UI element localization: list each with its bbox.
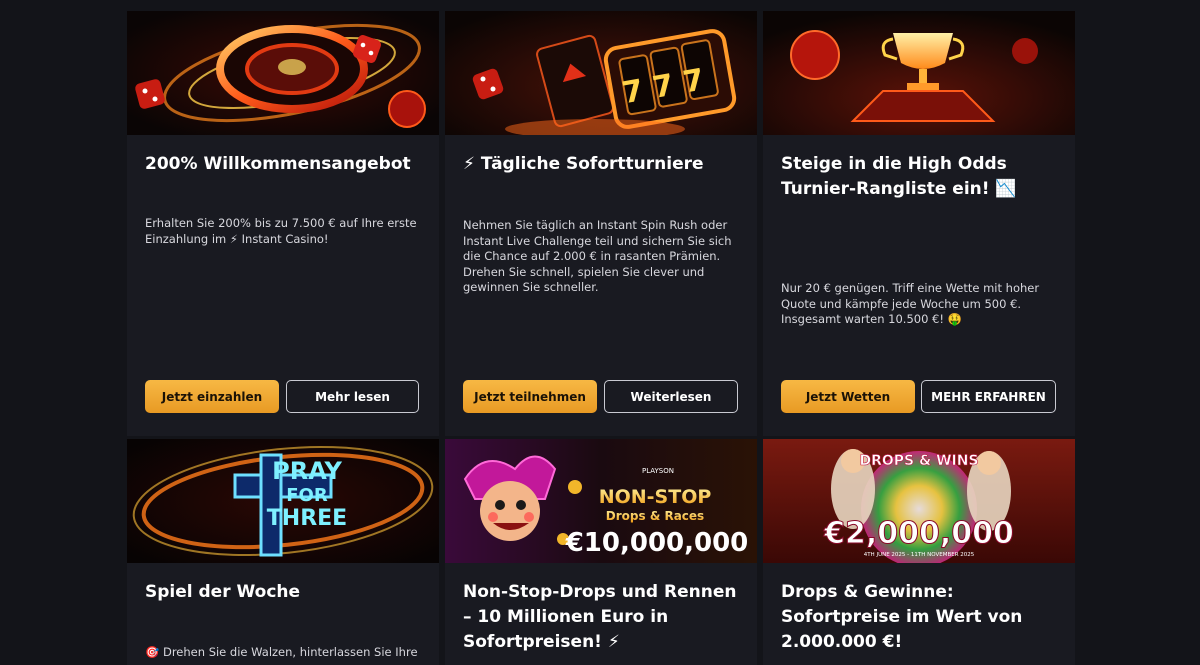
roulette-wheel-icon (127, 11, 439, 135)
promo-banner-drops-wins[interactable]: DROPS & WINS €2,000,000 4TH JUNE 2025 - … (763, 439, 1075, 563)
jester-icon: PLAYSON NON-STOP Drops & Races €10,000,0… (445, 439, 757, 563)
read-more-button[interactable]: Mehr lesen (286, 380, 419, 413)
promo-card-daily-tournaments: 777 ⚡ Tägliche Sofortturniere Nehmen Sie… (445, 11, 757, 436)
promo-description: Nehmen Sie täglich an Instant Spin Rush … (463, 218, 732, 294)
promo-banner-high-odds[interactable] (763, 11, 1075, 135)
promo-title: 200% Willkommensangebot (145, 154, 411, 174)
game-logo-line-3: THREE (267, 506, 347, 531)
promo-card-non-stop-drops: PLAYSON NON-STOP Drops & Races €10,000,0… (445, 439, 757, 665)
goddess-icon: DROPS & WINS €2,000,000 4TH JUNE 2025 - … (763, 439, 1075, 563)
bet-now-button[interactable]: Jetzt Wetten (781, 380, 915, 413)
promo-card-high-odds: Steige in die High Odds Turnier-Ranglist… (763, 11, 1075, 436)
trophy-icon (763, 11, 1075, 135)
promo-title: Drops & Gewinne: Sofortpreise im Wert vo… (781, 582, 1023, 652)
promo-description: 🎯 Drehen Sie die Walzen, hinterlassen Si… (145, 645, 418, 659)
banner-headline: NON-STOP (599, 486, 712, 508)
game-logo-line-2: FOR (286, 485, 328, 506)
promo-banner-welcome[interactable] (127, 11, 439, 135)
banner-amount: €2,000,000 (823, 516, 1014, 551)
promo-card-game-of-week: PRAY FOR THREE Spiel der Woche 🎯 Drehen … (127, 439, 439, 665)
read-more-button[interactable]: Weiterlesen (604, 380, 738, 413)
promo-title: ⚡ Tägliche Sofortturniere (463, 154, 704, 174)
game-logo-icon: PRAY FOR THREE (127, 439, 439, 563)
slot-machine-icon: 777 (445, 11, 757, 135)
deposit-now-button[interactable]: Jetzt einzahlen (145, 380, 279, 413)
banner-subheadline: Drops & Races (606, 509, 704, 523)
banner-amount: €10,000,000 (565, 528, 749, 558)
promo-description: Nur 20 € genügen. Triff eine Wette mit h… (781, 281, 1040, 326)
learn-more-button[interactable]: MEHR ERFAHREN (921, 380, 1056, 413)
banner-headline: DROPS & WINS (859, 453, 978, 469)
promo-title: Non-Stop-Drops und Rennen – 10 Millionen… (463, 582, 737, 652)
provider-brand: PLAYSON (642, 467, 674, 475)
promo-description: Erhalten Sie 200% bis zu 7.500 € auf Ihr… (145, 216, 417, 246)
promo-title: Steige in die High Odds Turnier-Ranglist… (781, 154, 1017, 199)
promo-banner-game-of-week[interactable]: PRAY FOR THREE (127, 439, 439, 563)
game-logo-line-1: PRAY (272, 457, 342, 485)
promo-banner-non-stop-drops[interactable]: PLAYSON NON-STOP Drops & Races €10,000,0… (445, 439, 757, 563)
promo-banner-daily-tournaments[interactable]: 777 (445, 11, 757, 135)
join-now-button[interactable]: Jetzt teilnehmen (463, 380, 597, 413)
banner-dates: 4TH JUNE 2025 - 11TH NOVEMBER 2025 (864, 552, 975, 558)
promo-card-welcome: 200% Willkommensangebot Erhalten Sie 200… (127, 11, 439, 436)
promo-title: Spiel der Woche (145, 582, 301, 602)
promo-card-drops-wins: DROPS & WINS €2,000,000 4TH JUNE 2025 - … (763, 439, 1075, 665)
